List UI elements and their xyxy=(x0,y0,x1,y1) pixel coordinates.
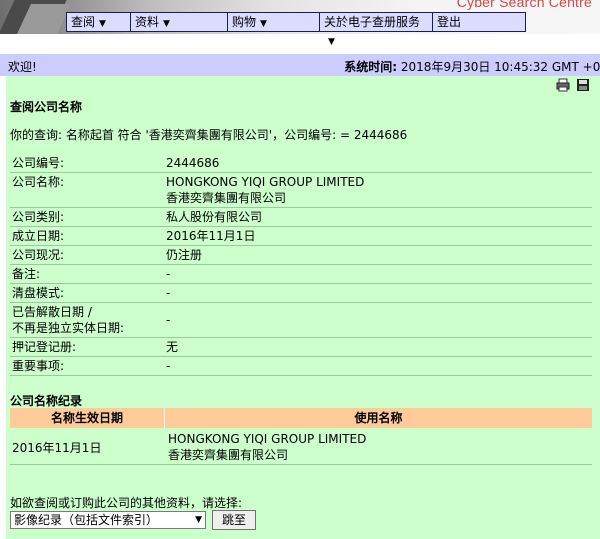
menu-item-search[interactable]: 查阅 ▼ xyxy=(67,13,131,31)
field-label: 公司编号: xyxy=(12,156,65,170)
go-button[interactable]: 跳至 xyxy=(212,510,256,530)
system-time-value: 2018年9月30日 10:45:32 GMT +08 xyxy=(400,60,600,74)
field-value: 私人股份有限公司 xyxy=(166,210,263,224)
field-value: - xyxy=(166,359,171,373)
table-row: 公司名称: HONGKONG YIQI GROUP LIMITED 香港奕齊集團… xyxy=(10,173,592,208)
company-name-zh: 香港奕齊集團有限公司 xyxy=(166,191,287,205)
chevron-down-icon: ▼ xyxy=(328,37,335,47)
table-row: 公司现况: 仍注册 xyxy=(10,246,592,265)
field-value: 2016年11月1日 xyxy=(166,229,256,243)
further-info-prompt: 如欲查阅或订购此公司的其他资料，请选择: xyxy=(10,496,243,510)
floppy-disk-icon[interactable] xyxy=(576,78,590,92)
chevron-down-icon: ▼ xyxy=(195,515,202,525)
company-info-table: 公司编号: 2444686 公司名称: HONGKONG YIQI GROUP … xyxy=(10,154,592,376)
table-row: 备注: - xyxy=(10,265,592,284)
field-label: 备注: xyxy=(12,267,41,281)
menu-item-logout[interactable]: 登出 xyxy=(433,13,525,31)
field-label-line2: 不再是独立实体日期: xyxy=(12,321,125,335)
system-time: 系统时间: 2018年9月30日 10:45:32 GMT +08 xyxy=(344,58,600,75)
select-value: 影像纪录（包括文件索引） xyxy=(14,513,159,527)
field-value: HONGKONG YIQI GROUP LIMITED 香港奕齊集團有限公司 xyxy=(164,173,592,207)
banner-brand-text: Cyber Search Centre xyxy=(456,0,592,10)
info-type-select[interactable]: 影像纪录（包括文件索引） ▼ xyxy=(10,511,206,529)
column-header: 使用名称 xyxy=(354,411,403,425)
field-value: 仍注册 xyxy=(166,248,203,262)
menu-item-about[interactable]: 关於电子查册服务▼ xyxy=(320,13,433,47)
field-label: 重要事项: xyxy=(12,359,65,373)
chevron-down-icon: ▼ xyxy=(260,19,267,29)
field-label: 成立日期: xyxy=(12,229,65,243)
chevron-down-icon: ▼ xyxy=(163,19,170,29)
menu-item-shopping[interactable]: 购物 ▼ xyxy=(228,13,320,31)
system-time-label: 系统时间: xyxy=(344,60,398,74)
table-row: 已告解散日期 / 不再是独立实体日期: - xyxy=(10,303,592,338)
name-history-header: 名称生效日期 使用名称 xyxy=(10,408,592,428)
column-header: 名称生效日期 xyxy=(10,408,165,428)
history-name-en: HONGKONG YIQI GROUP LIMITED xyxy=(168,432,367,446)
toolbar xyxy=(556,78,590,92)
field-value: 2444686 xyxy=(166,156,220,170)
field-label-line1: 已告解散日期 / xyxy=(12,305,92,319)
table-row: 押记登记册: 无 xyxy=(10,338,592,357)
field-label: 已告解散日期 / 不再是独立实体日期: xyxy=(10,303,164,337)
table-row: 2016年11月1日 HONGKONG YIQI GROUP LIMITED 香… xyxy=(10,430,592,465)
history-name-zh: 香港奕齊集團有限公司 xyxy=(168,448,289,462)
field-label: 押记登记册: xyxy=(12,340,77,354)
welcome-text: 欢迎! xyxy=(8,60,37,74)
table-row: 公司类别: 私人股份有限公司 xyxy=(10,208,592,227)
chevron-down-icon: ▼ xyxy=(99,19,106,29)
table-row: 公司编号: 2444686 xyxy=(10,154,592,173)
menu-item-info[interactable]: 资料 ▼ xyxy=(131,13,228,31)
history-date: 2016年11月1日 xyxy=(12,440,102,455)
search-section-title: 查阅公司名称 xyxy=(10,100,83,114)
query-description: 你的查询: 名称起首 符合 '香港奕齊集團有限公司'，公司编号: = 24446… xyxy=(10,128,408,142)
table-row: 清盘模式: - xyxy=(10,284,592,303)
field-label: 公司名称: xyxy=(12,175,65,189)
field-value: - xyxy=(166,313,171,327)
field-label: 清盘模式: xyxy=(12,286,65,300)
printer-icon[interactable] xyxy=(556,78,570,92)
main-content: 查阅公司名称 你的查询: 名称起首 符合 '香港奕齊集團有限公司'，公司编号: … xyxy=(6,76,600,539)
table-row: 成立日期: 2016年11月1日 xyxy=(10,227,592,246)
name-history-title: 公司名称纪录 xyxy=(10,394,83,408)
field-label: 公司现况: xyxy=(12,248,65,262)
field-value: 无 xyxy=(166,340,179,354)
field-value: - xyxy=(166,267,171,281)
field-label: 公司类别: xyxy=(12,210,65,224)
history-name: HONGKONG YIQI GROUP LIMITED 香港奕齊集團有限公司 xyxy=(166,430,592,464)
status-bar: 欢迎! 系统时间: 2018年9月30日 10:45:32 GMT +08 xyxy=(0,54,600,76)
table-row: 重要事项: - xyxy=(10,357,592,376)
field-value: - xyxy=(166,286,171,300)
company-name-en: HONGKONG YIQI GROUP LIMITED xyxy=(166,175,365,189)
main-menu: 查阅 ▼ 资料 ▼ 购物 ▼ 关於电子查册服务▼ 登出 xyxy=(66,12,526,47)
